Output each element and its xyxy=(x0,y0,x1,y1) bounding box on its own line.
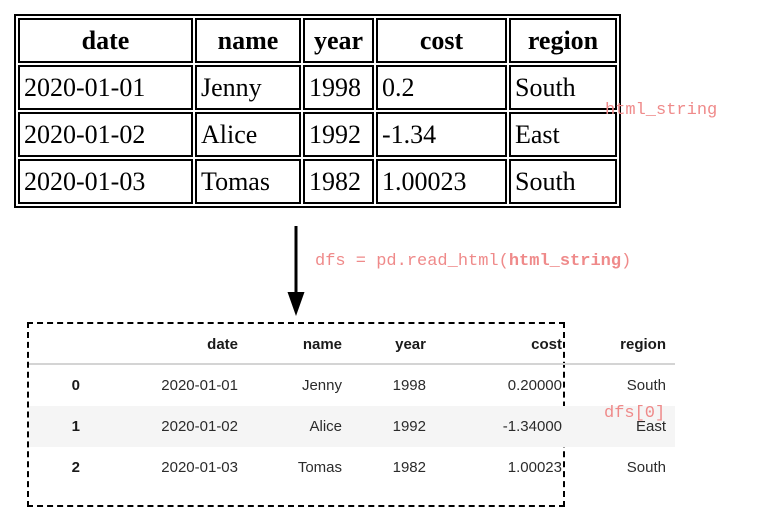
html-cell-region: South xyxy=(509,159,617,204)
dataframe-head: date name year cost region xyxy=(29,324,675,365)
dataframe-header-name: name xyxy=(247,324,351,365)
dataframe-cell-region: South xyxy=(626,459,666,476)
html-cell-date: 2020-01-02 xyxy=(18,112,193,157)
html-cell-name: Alice xyxy=(195,112,301,157)
table-row: 2020-01-01 Jenny 1998 0.2 South xyxy=(18,65,617,110)
html-table-header-date: date xyxy=(18,18,193,63)
html-cell-cost: 0.2 xyxy=(376,65,507,110)
html-string-table: date name year cost region 2020-01-01 Je… xyxy=(14,14,621,208)
dataframe-cell-date: 2020-01-01 xyxy=(161,377,238,394)
dataframe-repr-container: date name year cost region 0 2020-01-01 … xyxy=(27,322,675,507)
html-cell-date: 2020-01-03 xyxy=(18,159,193,204)
table-row: 2 2020-01-03 Tomas 1982 1.00023 South xyxy=(29,447,675,488)
call-prefix: dfs = pd.read_html( xyxy=(315,252,509,271)
dataframe-label: dfs[0] xyxy=(604,404,666,423)
dataframe-body: 0 2020-01-01 Jenny 1998 0.20000 South 1 … xyxy=(29,364,675,488)
html-cell-cost: -1.34 xyxy=(376,112,507,157)
dataframe-cell-cost: 1.00023 xyxy=(507,459,562,476)
html-table-header-year: year xyxy=(303,18,374,63)
dataframe-cell-cost: -1.34000 xyxy=(502,418,562,435)
dataframe-cell-cost: 0.20000 xyxy=(507,377,562,394)
table-row: 2020-01-02 Alice 1992 -1.34 East xyxy=(18,112,617,157)
html-table-body: 2020-01-01 Jenny 1998 0.2 South 2020-01-… xyxy=(18,65,617,204)
html-cell-cost: 1.00023 xyxy=(376,159,507,204)
dataframe-cell-name: Tomas xyxy=(297,459,342,476)
dataframe-cell-date: 2020-01-03 xyxy=(161,459,238,476)
html-cell-region: East xyxy=(509,112,617,157)
table-row: 1 2020-01-02 Alice 1992 -1.34000 East xyxy=(29,406,675,447)
read-html-call-annotation: dfs = pd.read_html(html_string) xyxy=(315,252,631,271)
table-row: 0 2020-01-01 Jenny 1998 0.20000 South xyxy=(29,364,675,406)
html-cell-year: 1982 xyxy=(303,159,374,204)
down-arrow-icon xyxy=(287,226,305,316)
html-table-header-row: date name year cost region xyxy=(18,18,617,63)
dataframe-cell-year: 1998 xyxy=(392,377,426,394)
html-string-label: html_string xyxy=(605,101,718,120)
call-argument: html_string xyxy=(508,252,622,271)
dataframe-header-cost: cost xyxy=(435,324,571,365)
dataframe-table: date name year cost region 0 2020-01-01 … xyxy=(29,324,675,488)
html-string-table-container: date name year cost region 2020-01-01 Je… xyxy=(14,14,621,208)
dataframe-header-region: region xyxy=(571,324,675,365)
html-table-header-name: name xyxy=(195,18,301,63)
dataframe-header-index xyxy=(29,324,89,365)
html-table-head: date name year cost region xyxy=(18,18,617,63)
dataframe-index-cell: 1 xyxy=(71,418,80,435)
html-cell-year: 1998 xyxy=(303,65,374,110)
html-cell-name: Tomas xyxy=(195,159,301,204)
dataframe-header-date: date xyxy=(89,324,247,365)
dataframe-index-cell: 0 xyxy=(71,377,80,394)
dataframe-cell-name: Jenny xyxy=(301,377,342,394)
dataframe-cell-region: South xyxy=(626,377,666,394)
dataframe-cell-year: 1992 xyxy=(392,418,426,435)
dataframe-cell-name: Alice xyxy=(309,418,342,435)
call-suffix: ) xyxy=(621,252,632,271)
dataframe-header-year: year xyxy=(351,324,435,365)
dataframe-cell-year: 1982 xyxy=(392,459,426,476)
table-row: 2020-01-03 Tomas 1982 1.00023 South xyxy=(18,159,617,204)
html-cell-date: 2020-01-01 xyxy=(18,65,193,110)
html-cell-region: South xyxy=(509,65,617,110)
dataframe-header-row: date name year cost region xyxy=(29,324,675,365)
html-table-header-region: region xyxy=(509,18,617,63)
dataframe-index-cell: 2 xyxy=(71,459,80,476)
html-table-header-cost: cost xyxy=(376,18,507,63)
dataframe-cell-date: 2020-01-02 xyxy=(161,418,238,435)
html-cell-year: 1992 xyxy=(303,112,374,157)
html-cell-name: Jenny xyxy=(195,65,301,110)
